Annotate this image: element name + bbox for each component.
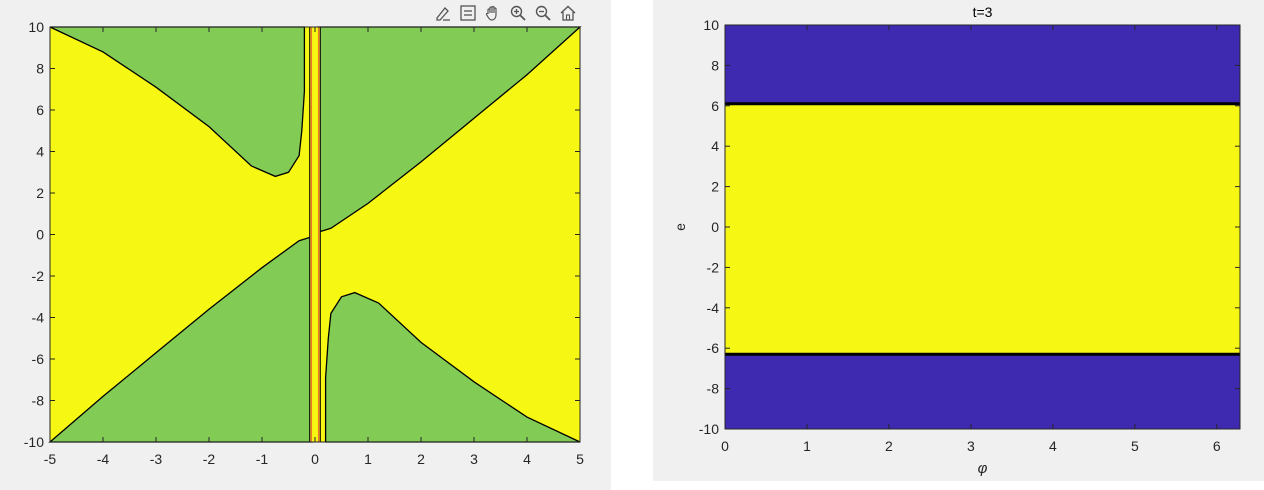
chart-title: t=3 xyxy=(973,4,993,20)
y-axis-label: e xyxy=(672,223,688,231)
y-tick-label: -6 xyxy=(32,351,45,367)
band-blue-0 xyxy=(725,25,1240,104)
x-tick-label: 6 xyxy=(1213,438,1221,454)
x-tick-label: 0 xyxy=(721,438,729,454)
y-tick-label: 10 xyxy=(28,19,44,35)
y-tick-label: -8 xyxy=(707,381,720,397)
y-tick-label: 10 xyxy=(703,17,719,33)
y-tick-label: -6 xyxy=(707,340,720,356)
x-tick-label: 3 xyxy=(967,438,975,454)
y-tick-label: -4 xyxy=(707,300,720,316)
x-tick-label: 2 xyxy=(417,451,425,467)
y-tick-label: 6 xyxy=(36,102,44,118)
band-yellow-1 xyxy=(725,103,1240,355)
y-tick-label: 2 xyxy=(36,185,44,201)
y-tick-label: -10 xyxy=(699,421,719,437)
x-tick-label: 5 xyxy=(576,451,584,467)
x-tick-label: 0 xyxy=(311,451,319,467)
x-tick-label: 1 xyxy=(803,438,811,454)
y-tick-label: -2 xyxy=(707,259,720,275)
y-tick-label: 4 xyxy=(36,144,44,160)
x-tick-label: -4 xyxy=(97,451,110,467)
x-tick-label: 2 xyxy=(885,438,893,454)
left-figure-panel: -5 -4 -3 -2 -1 0 1 2 3 4 5 10 8 6 4 2 0 -2 -4 -6 -8 -10 xyxy=(0,0,611,490)
right-heatmap-chart: 0 1 2 3 4 5 6 10 8 6 4 2 0 -2 -4 -6 -8 -10 t=3 φ e xyxy=(672,4,1241,477)
y-tick-label: 0 xyxy=(36,227,44,243)
y-tick-label: 8 xyxy=(711,57,719,73)
x-tick-label: 3 xyxy=(470,451,478,467)
x-tick-label: -2 xyxy=(203,451,216,467)
x-tick-label: -3 xyxy=(150,451,163,467)
x-tick-label: 5 xyxy=(1131,438,1139,454)
y-tick-label: 2 xyxy=(711,179,719,195)
y-tick-label: -10 xyxy=(24,434,44,450)
left-heatmap-chart: -5 -4 -3 -2 -1 0 1 2 3 4 51086420-2-4-6-8-10 xyxy=(24,19,584,467)
x-axis-label: φ xyxy=(978,460,988,477)
x-tick-label: 4 xyxy=(1049,438,1057,454)
x-tick-label: 1 xyxy=(364,451,372,467)
x-tick-label: 4 xyxy=(523,451,531,467)
y-tick-label: 6 xyxy=(711,98,719,114)
y-tick-label: -2 xyxy=(32,268,45,284)
y-tick-label: 4 xyxy=(711,138,719,154)
band-blue-2 xyxy=(725,354,1240,429)
y-tick-label: -4 xyxy=(32,310,45,326)
right-figure-panel: 0 1 2 3 4 5 6 10 8 6 4 2 0 -2 -4 -6 -8 -10 t=3 φ e xyxy=(653,0,1264,481)
x-tick-label: -1 xyxy=(256,451,269,467)
y-tick-label: 0 xyxy=(711,219,719,235)
x-tick-label: -5 xyxy=(44,451,57,467)
y-tick-label: 8 xyxy=(36,61,44,77)
y-tick-label: -8 xyxy=(32,393,45,409)
